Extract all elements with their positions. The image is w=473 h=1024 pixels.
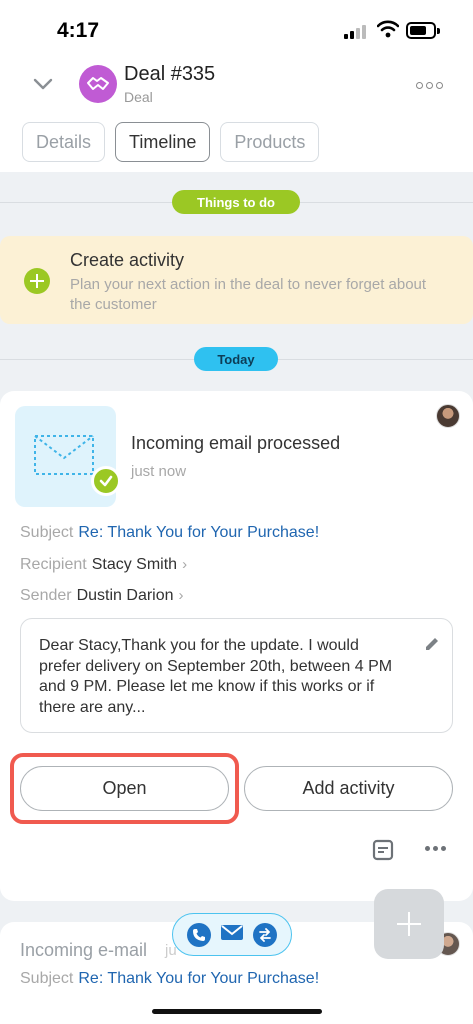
things-to-do-pill: Things to do	[172, 190, 300, 214]
more-icon[interactable]	[425, 846, 446, 851]
more-icon[interactable]	[416, 82, 443, 89]
chevron-right-icon: ›	[182, 556, 188, 573]
communication-bar	[172, 913, 292, 956]
transfer-icon[interactable]	[252, 922, 277, 947]
sender-label: Sender	[20, 587, 72, 604]
sender-row[interactable]: Sender Dustin Darion ›	[20, 587, 184, 605]
create-activity-card[interactable]: Create activity Plan your next action in…	[0, 236, 473, 324]
tab-timeline[interactable]: Timeline	[115, 122, 211, 162]
chevron-down-icon[interactable]	[31, 74, 55, 94]
battery-icon	[406, 22, 440, 39]
create-activity-description: Plan your next action in the deal to nev…	[70, 276, 427, 313]
event-title: Incoming email processed	[131, 433, 341, 453]
today-pill: Today	[194, 347, 278, 371]
tab-products[interactable]: Products	[220, 122, 320, 162]
check-icon	[91, 466, 121, 496]
phone-icon[interactable]	[187, 922, 212, 947]
event-title: Incoming e-mail	[20, 940, 148, 960]
chevron-right-icon: ›	[178, 587, 184, 604]
create-activity-title: Create activity	[70, 250, 185, 270]
status-bar: 4:17	[0, 0, 473, 56]
deal-header: Deal #335 Deal Details Timeline Products	[0, 56, 473, 172]
email-event-icon	[15, 406, 121, 507]
tab-bar: Details Timeline Products	[22, 122, 320, 162]
subject-link[interactable]: Re: Thank You for Your Purchase!	[78, 524, 319, 541]
event-time: just now	[131, 463, 187, 480]
recipient-label: Recipient	[20, 556, 87, 573]
subject-row: Subject Re: Thank You for Your Purchase!	[20, 970, 319, 988]
recipient-row[interactable]: Recipient Stacy Smith ›	[20, 556, 187, 574]
add-activity-button[interactable]: Add activity	[244, 766, 453, 811]
note-icon[interactable]	[372, 839, 394, 861]
page-subtitle: Deal	[124, 89, 153, 105]
wifi-icon	[377, 20, 399, 38]
handshake-icon	[87, 77, 109, 90]
subject-row: Subject Re: Thank You for Your Purchase!	[20, 524, 319, 542]
subject-label: Subject	[20, 524, 74, 541]
recipient-value[interactable]: Stacy Smith	[92, 556, 177, 573]
deal-avatar	[79, 65, 117, 103]
subject-label: Subject	[20, 970, 74, 987]
mail-icon[interactable]	[220, 923, 244, 946]
page-title: Deal #335	[124, 63, 216, 85]
home-indicator	[152, 1009, 322, 1014]
email-body-preview[interactable]: Dear Stacy,Thank you for the update. I w…	[20, 618, 453, 733]
avatar[interactable]	[436, 404, 460, 428]
email-body-text: Dear Stacy,Thank you for the update. I w…	[39, 637, 393, 716]
highlight-frame	[10, 753, 239, 824]
add-button[interactable]	[374, 889, 444, 959]
plus-icon[interactable]	[24, 268, 50, 294]
timeline-event-card: Incoming email processed just now Subjec…	[0, 391, 473, 901]
status-time: 4:17	[57, 19, 100, 42]
subject-link[interactable]: Re: Thank You for Your Purchase!	[78, 970, 319, 987]
pencil-icon[interactable]	[423, 635, 441, 653]
tab-details[interactable]: Details	[22, 122, 106, 162]
signal-icon	[344, 23, 370, 39]
sender-value[interactable]: Dustin Darion	[77, 587, 174, 604]
